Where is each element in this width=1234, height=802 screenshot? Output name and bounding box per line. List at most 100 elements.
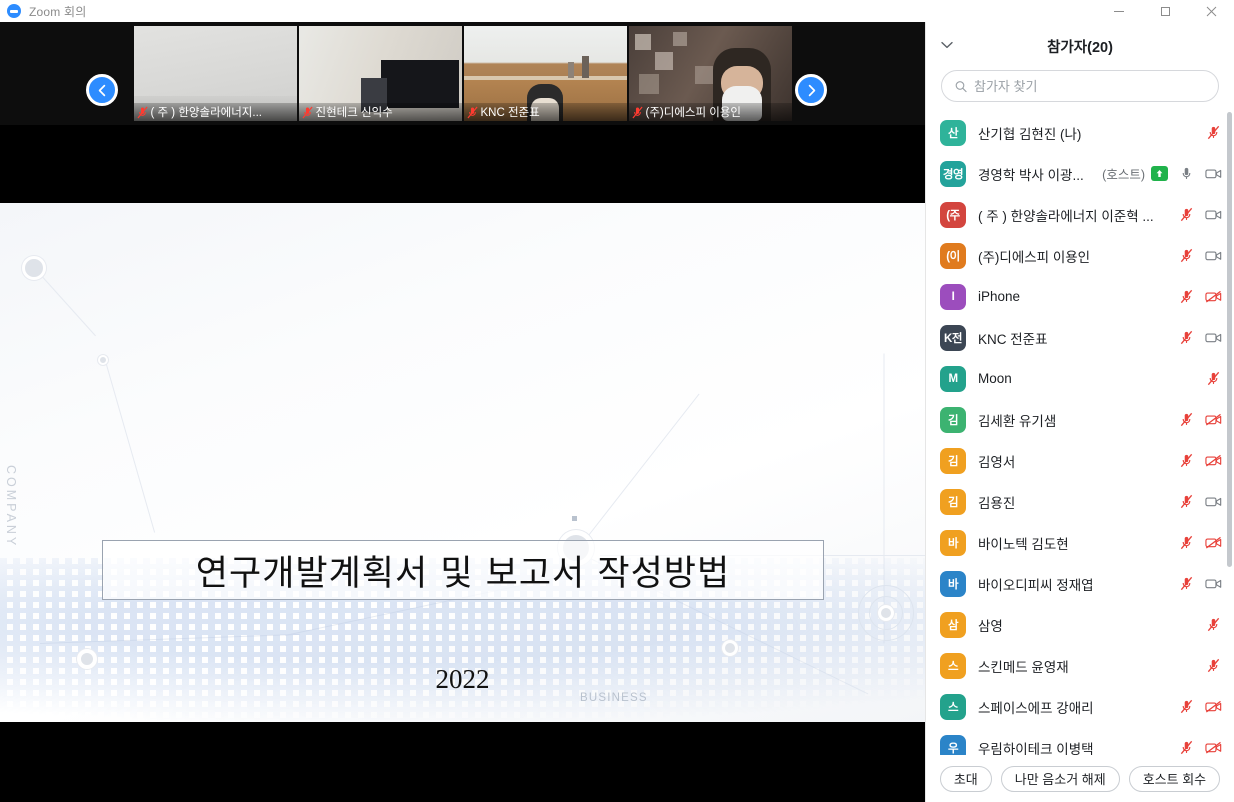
thumbnail-label: KNC 전준표 <box>463 103 627 121</box>
participant-status-icons <box>1178 412 1222 427</box>
avatar: 스 <box>940 693 966 720</box>
participant-status-icons <box>1178 494 1222 509</box>
search-input[interactable] <box>974 78 1205 94</box>
deco-node <box>22 256 46 280</box>
participant-name: 바이오디피씨 정재엽 <box>978 577 1094 593</box>
unmute-me-button[interactable]: 나만 음소거 해제 <box>1000 765 1120 792</box>
zoom-logo-icon <box>7 4 21 18</box>
mic-muted-icon <box>1207 371 1220 386</box>
camera-off-icon <box>1205 536 1222 549</box>
window-title: Zoom 회의 <box>29 4 87 19</box>
participant-status-icons <box>1178 166 1222 181</box>
participant-row[interactable]: 스 스킨메드 윤영재 <box>926 645 1234 686</box>
participant-status-icons <box>1205 371 1222 386</box>
camera-on-icon <box>1205 579 1222 589</box>
avatar: 경영 <box>940 160 966 187</box>
participant-row[interactable]: 삼 삼영 <box>926 604 1234 645</box>
camera-on-icon <box>1205 169 1222 179</box>
mic-muted-icon <box>1207 658 1220 673</box>
participant-name: 김세환 유기샘 <box>978 413 1057 429</box>
participants-list[interactable]: 산 산기협 김현진 (나) 경영 경영학 박사 이광... (호스트) (주 ( 주 ) 한… <box>926 112 1234 755</box>
avatar: I <box>940 283 966 310</box>
participant-status-icons <box>1178 207 1222 222</box>
video-thumbnail[interactable]: (주)디에스피 이용인 <box>628 26 792 121</box>
avatar: M <box>940 365 966 392</box>
camera-on-icon <box>1205 210 1222 220</box>
mic-muted-icon <box>466 106 478 118</box>
deco-line <box>575 393 700 552</box>
mic-muted-icon <box>1207 617 1220 632</box>
deco-line <box>33 267 96 337</box>
mic-muted-icon <box>1180 576 1193 591</box>
participant-status-icons <box>1178 535 1222 550</box>
participant-name: 삼영 <box>978 618 1003 634</box>
deco-ring <box>869 596 903 630</box>
participant-name: 바이노텍 김도현 <box>978 536 1069 552</box>
participant-status-icons <box>1205 658 1222 673</box>
participant-search-wrap <box>926 70 1234 102</box>
thumbnail-name: 진현테크 신익수 <box>315 107 393 119</box>
chevron-down-icon[interactable] <box>940 38 954 52</box>
video-stage: ( 주 ) 한양솔라에너지... 진현테크 신익수 KNC 전준표 (주)디에스… <box>0 22 925 802</box>
mic-muted-icon <box>1180 453 1193 468</box>
close-button[interactable] <box>1188 0 1234 22</box>
participant-name: (주)디에스피 이용인 <box>978 249 1091 265</box>
close-icon <box>1206 6 1216 16</box>
participant-row[interactable]: 스 스페이스에프 강애리 <box>926 686 1234 727</box>
participant-row[interactable]: 산 산기협 김현진 (나) <box>926 112 1234 153</box>
mic-muted-icon <box>1180 330 1193 345</box>
participants-title: 참가자(20) <box>1047 39 1113 56</box>
thumbnail-name: (주)디에스피 이용인 <box>645 107 742 119</box>
participant-row[interactable]: 김 김용진 <box>926 481 1234 522</box>
mic-muted-icon <box>631 106 643 118</box>
participant-search[interactable] <box>941 70 1219 102</box>
participant-status-icons <box>1178 248 1222 263</box>
minimize-button[interactable] <box>1096 0 1142 22</box>
camera-off-icon <box>1205 454 1222 467</box>
participant-row[interactable]: 경영 경영학 박사 이광... (호스트) <box>926 153 1234 194</box>
avatar: 바 <box>940 570 966 597</box>
avatar: 스 <box>940 652 966 679</box>
participant-row[interactable]: K전 KNC 전준표 <box>926 317 1234 358</box>
participant-name: ( 주 ) 한양솔라에너지 이준혁 ... <box>978 208 1154 224</box>
avatar: 산 <box>940 119 966 146</box>
participant-row[interactable]: 바 바이오디피씨 정재엽 <box>926 563 1234 604</box>
reclaim-host-button[interactable]: 호스트 회수 <box>1128 765 1221 792</box>
participant-row[interactable]: 바 바이노텍 김도현 <box>926 522 1234 563</box>
participant-name: Moon <box>978 371 1012 386</box>
participant-row[interactable]: 우 우림하이테크 이병택 <box>926 727 1234 755</box>
slide-title: 연구개발계획서 및 보고서 작성방법 <box>195 553 731 594</box>
participant-row[interactable]: IiPhone <box>926 276 1234 317</box>
avatar: 김 <box>940 488 966 515</box>
maximize-button[interactable] <box>1142 0 1188 22</box>
participant-name: 우림하이테크 이병택 <box>978 741 1094 756</box>
video-thumbnail[interactable]: KNC 전준표 <box>463 26 627 121</box>
avatar: 바 <box>940 529 966 556</box>
window-controls <box>1096 0 1234 22</box>
filmstrip-next-button[interactable] <box>795 74 827 106</box>
filmstrip-prev-button[interactable] <box>86 74 118 106</box>
deco-square <box>572 516 577 521</box>
thumbnail-label: 진현테크 신익수 <box>298 103 462 121</box>
mic-muted-icon <box>1180 535 1193 550</box>
participant-row[interactable]: (이 (주)디에스피 이용인 <box>926 235 1234 276</box>
video-thumbnail[interactable]: 진현테크 신익수 <box>298 26 462 121</box>
shared-screen-slide[interactable]: COMPANY GLOBAL BUSINESS 연구개발계획서 및 보고서 작성… <box>0 203 925 722</box>
participants-panel-header: 참가자(20) <box>926 22 1234 70</box>
participant-row[interactable]: (주 ( 주 ) 한양솔라에너지 이준혁 ... <box>926 194 1234 235</box>
participants-scrollbar[interactable] <box>1227 112 1232 567</box>
deco-node <box>878 605 894 621</box>
mic-muted-icon <box>301 106 313 118</box>
participant-name: 산기협 김현진 (나) <box>978 126 1082 142</box>
participant-row[interactable]: 김 김세환 유기샘 <box>926 399 1234 440</box>
participant-name: iPhone <box>978 289 1021 304</box>
participant-row[interactable]: M Moon <box>926 358 1234 399</box>
mic-muted-icon <box>1180 412 1193 427</box>
invite-button[interactable]: 초대 <box>939 765 992 792</box>
participant-row[interactable]: 김 김영서 <box>926 440 1234 481</box>
chevron-left-icon <box>98 84 105 96</box>
video-thumbnail[interactable]: ( 주 ) 한양솔라에너지... <box>133 26 297 121</box>
avatar: 김 <box>940 447 966 474</box>
deco-company-text: COMPANY <box>4 465 18 549</box>
deco-line <box>104 359 156 533</box>
